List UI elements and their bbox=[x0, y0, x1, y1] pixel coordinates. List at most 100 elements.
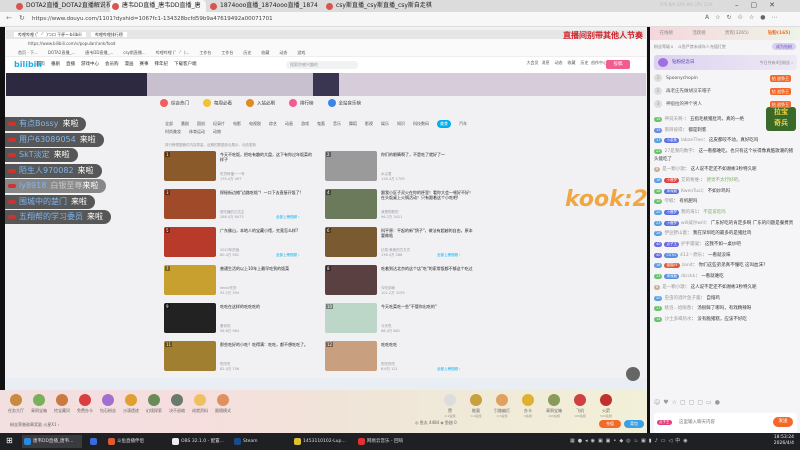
taskbar-item[interactable]: 斗鱼直播伴侣 bbox=[106, 435, 166, 448]
fan-rank-row[interactable]: 1 Spoonychopin 钻 战争王 bbox=[654, 73, 797, 84]
send-button[interactable]: 发送 bbox=[773, 417, 793, 427]
chat-username[interactable]: 夸鲸 bbox=[664, 199, 673, 204]
video-thumbnail[interactable]: 7 bbox=[164, 265, 216, 295]
fan-medal-reward[interactable]: 粉丝荣誉勋章奖励 火星X1 › bbox=[10, 422, 59, 428]
activity-item[interactable]: 任务大厅 bbox=[4, 394, 28, 414]
filter-tag[interactable]: 电视剧 bbox=[249, 120, 261, 128]
bookmark[interactable]: 收藏 bbox=[261, 50, 269, 55]
bookmark[interactable]: 工作台 bbox=[199, 50, 211, 55]
activity-item[interactable]: 免费办卡 bbox=[73, 394, 97, 414]
filter-tag[interactable]: 纪录片 bbox=[213, 120, 225, 128]
taskbar-item[interactable] bbox=[88, 435, 102, 448]
chat-username[interactable]: 伊豆野山菱 bbox=[664, 231, 687, 236]
chat-username[interactable]: 是一颗小歌 bbox=[662, 167, 685, 172]
gift-item[interactable]: 飞机 100鱼翅 bbox=[566, 394, 594, 418]
filter-tag[interactable]: 影视 bbox=[365, 120, 373, 128]
filter-tag[interactable]: 全部 bbox=[165, 120, 173, 128]
category-3[interactable]: 排行榜 bbox=[289, 99, 314, 107]
taskbar-item[interactable]: OBS 32.1.0 - 配置... bbox=[170, 435, 228, 448]
filter-tag[interactable]: 体育运动 bbox=[189, 128, 205, 136]
header-icon[interactable]: 收藏 bbox=[565, 60, 578, 66]
rank-item[interactable]: 5 广东佛山，本地人的宝藏小馆，究竟怎么样? 2023年的饭 80.4万 561 全部上… bbox=[164, 227, 314, 261]
chat-username[interactable]: 是一颗小歌 bbox=[662, 285, 685, 290]
filter-tag[interactable]: 时尚美妆 bbox=[165, 128, 181, 136]
category-4[interactable]: 全站音乐榜 bbox=[327, 99, 361, 107]
browser-tab[interactable]: DOTA2直播_DOTA2直播解说视频_ bbox=[14, 0, 121, 12]
rank-item[interactable]: 11 那些吃好的小吃？吃得满：吃吃，都不想吃吃了。 吃吃吃 82.4万 756 bbox=[164, 341, 314, 375]
chat-username[interactable]: zonit bbox=[682, 263, 693, 268]
rank-item[interactable]: 1 今天不吃饭，把吃有趣的大盘，这下有你过年饭菜的样子 吃货阿福一一号 135.4万 … bbox=[164, 151, 314, 185]
filter-tag[interactable]: 动画 bbox=[285, 120, 293, 128]
filter-tag[interactable]: 舞蹈 bbox=[349, 120, 357, 128]
filter-tag[interactable]: 美食 bbox=[437, 120, 451, 128]
chat-username[interactable]: 桃浴...给眼香 bbox=[664, 306, 691, 311]
bookmark[interactable]: 动态 bbox=[279, 50, 287, 55]
chat-input[interactable] bbox=[679, 419, 759, 424]
nav-item[interactable]: 漫画 bbox=[125, 62, 134, 67]
video-thumbnail[interactable]: 9 bbox=[164, 303, 216, 333]
video-thumbnail[interactable]: 5 bbox=[164, 227, 216, 257]
video-title[interactable]: 吃着到达北京的这个店"吃"的家常饭都不够这个吃过 bbox=[381, 266, 473, 271]
video-thumbnail[interactable]: 6 bbox=[325, 227, 377, 257]
reload-icon[interactable]: ↻ bbox=[19, 14, 25, 22]
rank-item[interactable]: 2 你们的眼睛啊了，不是吃了就好了～ 水瓜君 128.4万 1709 bbox=[325, 151, 475, 185]
video-title[interactable]: 广东佛山，本地人的宝藏小馆，究竟怎么样? bbox=[220, 228, 312, 233]
chat-username[interactable]: 艾莉希维- bbox=[681, 178, 701, 183]
chat-username[interactable]: 413丶燃乐 bbox=[680, 253, 702, 258]
video-thumbnail[interactable]: 10 bbox=[325, 303, 377, 333]
filter-tag[interactable]: 游戏 bbox=[301, 120, 309, 128]
fan-rank-row[interactable]: 2 再老庄先做胡没羊帽子 钻 战争王 bbox=[654, 86, 797, 97]
taskbar-item[interactable]: 1453110102-Lup... bbox=[292, 435, 350, 448]
rank-item[interactable]: 3 探秘街边摊"边路吃啥"！一口下去直接开饭了! 夏吃播的达达生 286.4万 647… bbox=[164, 189, 314, 223]
browser-toolbar-icons[interactable]: A☆↻♲☆●⋯ bbox=[705, 14, 784, 21]
header-icon[interactable]: 大会员 bbox=[526, 60, 539, 66]
header-icon[interactable]: 消息 bbox=[539, 60, 552, 66]
anniversary-banner[interactable]: 钻粉纪念日 今日共有4位粉丝 › bbox=[654, 55, 797, 70]
more-link[interactable]: 全部上榜视频 › bbox=[437, 367, 461, 372]
gift-item[interactable]: 办卡 6鱼翅 bbox=[514, 394, 542, 418]
activity-item[interactable]: 沙漠遗迹 bbox=[119, 394, 143, 414]
nav-item[interactable]: 会员购 bbox=[105, 62, 119, 67]
chat-toolbar-icons[interactable]: ☺♥☆▢▢▢▭● bbox=[654, 399, 723, 406]
category-1[interactable]: 每周必看 bbox=[203, 99, 232, 107]
video-thumbnail[interactable]: 2 bbox=[325, 151, 377, 181]
taskbar-item[interactable]: 唐韦DD直播_唐韦... bbox=[22, 435, 82, 448]
browser-tab[interactable]: csy斯直播_csy斯直播_csy斯自走棋 bbox=[324, 0, 442, 12]
gift-item[interactable]: 火箭 500鱼翅 bbox=[592, 394, 620, 418]
browser-tab[interactable]: 1874ooo直播_1874ooo直播_1874 bbox=[208, 0, 322, 12]
chat-username[interactable]: 沙士多喝热水 bbox=[664, 317, 691, 322]
bookmark[interactable]: DOTA2直播_... bbox=[48, 50, 75, 55]
fan-rank-row[interactable]: 3 神宿拉的神个男人 钻 战争王 bbox=[654, 99, 797, 110]
gift-item[interactable]: 青铜宝箱 100鱼翅 bbox=[540, 394, 568, 418]
video-thumbnail[interactable]: 4 bbox=[325, 189, 377, 219]
bookmark[interactable]: 游戏 bbox=[297, 50, 305, 55]
nav-item[interactable]: 下载客户端 bbox=[174, 62, 197, 67]
header-icon[interactable]: 创作中心 bbox=[591, 60, 607, 66]
filter-tag[interactable]: 汽车 bbox=[459, 120, 467, 128]
video-title[interactable]: 你们的眼睛啊了，不是吃了就好了～ bbox=[381, 152, 473, 157]
rank-item[interactable]: 8 吃着到达北京的这个店"吃"的家常饭都不够这个吃过 今吃到我 101.2万 3259 bbox=[325, 265, 475, 299]
filter-tag[interactable]: 鬼畜 bbox=[317, 120, 325, 128]
url-input[interactable]: https://www.douyu.com/1101?dyshid=1067fc… bbox=[32, 14, 632, 25]
video-thumbnail[interactable]: 1 bbox=[164, 151, 216, 181]
bookmark[interactable]: 历史 bbox=[243, 50, 251, 55]
recharge-button[interactable]: 充值 bbox=[599, 420, 621, 428]
video-title[interactable]: 普通生活的以上10年上最早吃到的饭菜 bbox=[220, 266, 312, 271]
nav-item[interactable]: 直播 bbox=[66, 62, 75, 67]
filter-tag[interactable]: 综艺 bbox=[269, 120, 277, 128]
filter-tag[interactable]: 国创 bbox=[197, 120, 205, 128]
video-thumbnail[interactable]: 12 bbox=[325, 341, 377, 371]
rank-item[interactable]: 10 今天吃菜吃一些"不管你出吃的" 今天吃 68.4万 681 bbox=[325, 303, 475, 337]
chat-username[interactable]: dicckk bbox=[681, 274, 695, 279]
filter-tag[interactable]: 娱乐 bbox=[381, 120, 389, 128]
tab-active[interactable]: 活跃榜 bbox=[692, 27, 706, 40]
chat-username[interactable]: 南目彼得 bbox=[664, 128, 682, 133]
chat-username[interactable]: 虫虫的酒叶鱼子酱 bbox=[664, 296, 700, 301]
video-title[interactable]: 今天吃菜吃一些"不管你出吃的" bbox=[381, 304, 473, 309]
header-icon[interactable]: 动态 bbox=[552, 60, 565, 66]
gift-item[interactable]: 引路幽灯 0.5鱼翅 bbox=[488, 394, 516, 418]
category-0[interactable]: 综合热门 bbox=[160, 99, 189, 107]
tab-diamond-fans[interactable]: 钻粉(165) bbox=[768, 27, 791, 40]
filter-tag[interactable]: 番剧 bbox=[181, 120, 189, 128]
header-icon[interactable]: 历史 bbox=[578, 60, 591, 66]
